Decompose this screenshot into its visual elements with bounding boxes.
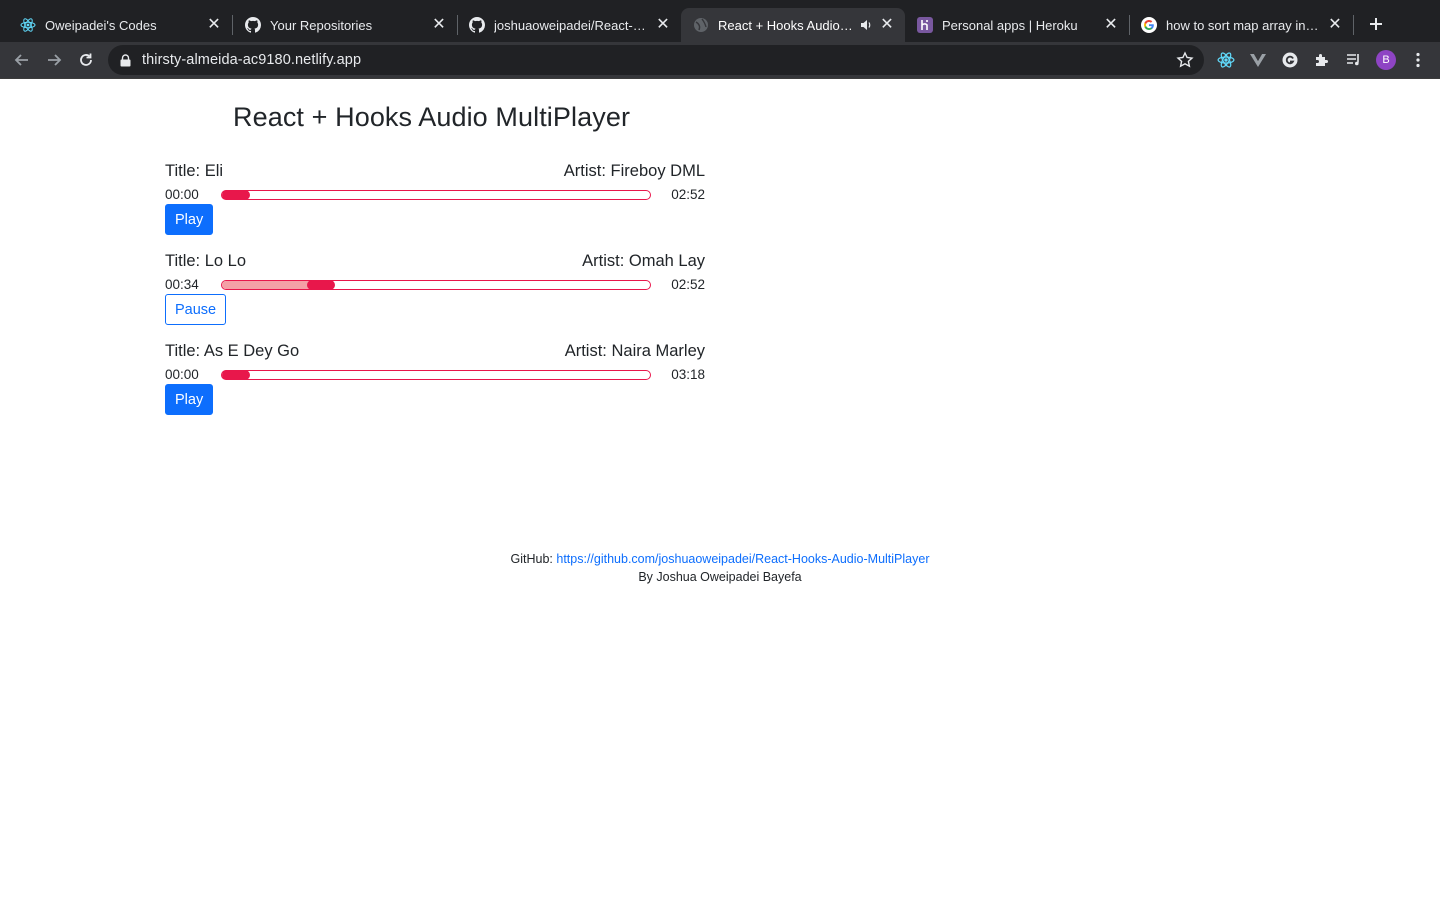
track-duration: 02:52: [671, 187, 705, 202]
new-tab-button[interactable]: [1364, 12, 1388, 36]
progress-thumb[interactable]: [222, 190, 250, 200]
tab-react-hooks-audio-active[interactable]: React + Hooks Audio Mu ✕: [681, 8, 905, 42]
github-link[interactable]: https://github.com/joshuaoweipadei/React…: [556, 552, 929, 566]
puzzle-icon: [1316, 54, 1328, 66]
tab-title: Oweipadei's Codes: [45, 17, 157, 33]
github-icon: [469, 17, 485, 33]
track-title: Title: Lo Lo: [165, 252, 247, 270]
url-text: thirsty-almeida-ac9180.netlify.app: [142, 52, 362, 68]
play-button[interactable]: Play: [165, 204, 214, 235]
track-duration: 02:52: [671, 277, 705, 292]
progress-thumb[interactable]: [306, 280, 335, 290]
vue-icon: [1250, 54, 1266, 67]
play-button[interactable]: Play: [165, 384, 214, 415]
current-time: 00:34: [165, 277, 199, 292]
close-tab-icon[interactable]: ✕: [655, 17, 671, 33]
audio-track-3: Title: As E Dey Go Artist: Naira Marley …: [165, 342, 705, 422]
vue-devtools-extension[interactable]: [1246, 48, 1270, 72]
extensions-button[interactable]: [1310, 48, 1334, 72]
close-tab-icon[interactable]: ✕: [1327, 17, 1343, 33]
tab-google-search[interactable]: how to sort map array in des ✕: [1129, 8, 1353, 42]
reload-button[interactable]: [74, 48, 98, 72]
track-artist: Artist: Naira Marley: [564, 342, 705, 360]
browser-toolbar: thirsty-almeida-ac9180.netlify.app B: [0, 42, 1440, 79]
author-byline: By Joshua Oweipadei Bayefa: [638, 570, 802, 584]
page-content: React + Hooks Audio MultiPlayer Title: E…: [0, 80, 1440, 900]
progress-slider[interactable]: [221, 190, 651, 200]
close-tab-icon[interactable]: ✕: [206, 17, 222, 33]
react-icon: [1217, 52, 1235, 68]
tab-react-hooks-repo[interactable]: joshuaoweipadei/React-Hoo ✕: [457, 8, 681, 42]
track-artist: Artist: Fireboy DML: [563, 162, 705, 180]
tab-heroku-apps[interactable]: Personal apps | Heroku ✕: [905, 8, 1129, 42]
audio-track-1: Title: Eli Artist: Fireboy DML 00:00 02:…: [165, 162, 705, 242]
circle-g-icon: [1282, 52, 1298, 68]
close-tab-icon[interactable]: ✕: [879, 17, 895, 33]
current-time: 00:00: [165, 367, 199, 382]
progress-fill: [222, 281, 321, 289]
progress-thumb[interactable]: [222, 370, 250, 380]
google-icon: [1141, 17, 1157, 33]
track-title: Title: Eli: [165, 162, 224, 180]
github-icon: [245, 17, 261, 33]
address-bar[interactable]: thirsty-almeida-ac9180.netlify.app: [108, 45, 1204, 75]
github-line: GitHub: https://github.com/joshuaoweipad…: [0, 550, 1440, 568]
tab-title: joshuaoweipadei/React-Hoo: [494, 17, 649, 33]
browser-menu-button[interactable]: [1406, 48, 1430, 72]
current-time: 00:00: [165, 187, 199, 202]
track-duration: 03:18: [671, 367, 705, 382]
track-title: Title: As E Dey Go: [165, 342, 300, 360]
react-icon: [20, 17, 36, 33]
audio-track-2: Title: Lo Lo Artist: Omah Lay 00:34 02:5…: [165, 252, 705, 332]
kebab-menu-icon: [1416, 52, 1420, 68]
pause-button[interactable]: Pause: [165, 294, 227, 325]
tab-your-repositories[interactable]: Your Repositories ✕: [233, 8, 457, 42]
progress-slider[interactable]: [221, 370, 651, 380]
tab-title: how to sort map array in des: [1166, 17, 1321, 33]
forward-button[interactable]: [42, 48, 66, 72]
tab-title: Your Repositories: [270, 17, 373, 33]
speaker-audio-icon[interactable]: [859, 18, 873, 32]
arrow-left-icon: [14, 54, 28, 66]
tab-oweipadei-codes[interactable]: Oweipadei's Codes ✕: [8, 8, 232, 42]
track-artist: Artist: Omah Lay: [582, 252, 705, 270]
close-tab-icon[interactable]: ✕: [1103, 17, 1119, 33]
reload-icon: [80, 53, 92, 66]
heroku-icon: [917, 17, 933, 33]
media-control-button[interactable]: [1342, 48, 1366, 72]
close-tab-icon[interactable]: ✕: [431, 17, 447, 33]
lock-icon: [120, 53, 132, 67]
back-button[interactable]: [10, 48, 34, 72]
react-devtools-extension[interactable]: [1214, 48, 1238, 72]
progress-slider[interactable]: [221, 280, 651, 290]
tab-title: React + Hooks Audio Mu: [718, 17, 855, 33]
browser-tabstrip: Oweipadei's Codes ✕ Your Repositories ✕ …: [0, 0, 1440, 42]
arrow-right-icon: [48, 54, 62, 66]
github-label: GitHub:: [510, 552, 553, 566]
page-footer: GitHub: https://github.com/joshuaoweipad…: [0, 550, 1440, 586]
page-title: React + Hooks Audio MultiPlayer: [233, 102, 631, 132]
tab-title: Personal apps | Heroku: [942, 17, 1078, 33]
bookmark-star-icon[interactable]: [1176, 51, 1194, 69]
globe-icon: [693, 17, 709, 33]
plus-icon: [1370, 18, 1382, 30]
grammar-extension[interactable]: [1278, 48, 1302, 72]
tab-divider: [1353, 15, 1354, 35]
profile-avatar[interactable]: B: [1376, 50, 1396, 70]
media-queue-icon: [1347, 54, 1359, 66]
